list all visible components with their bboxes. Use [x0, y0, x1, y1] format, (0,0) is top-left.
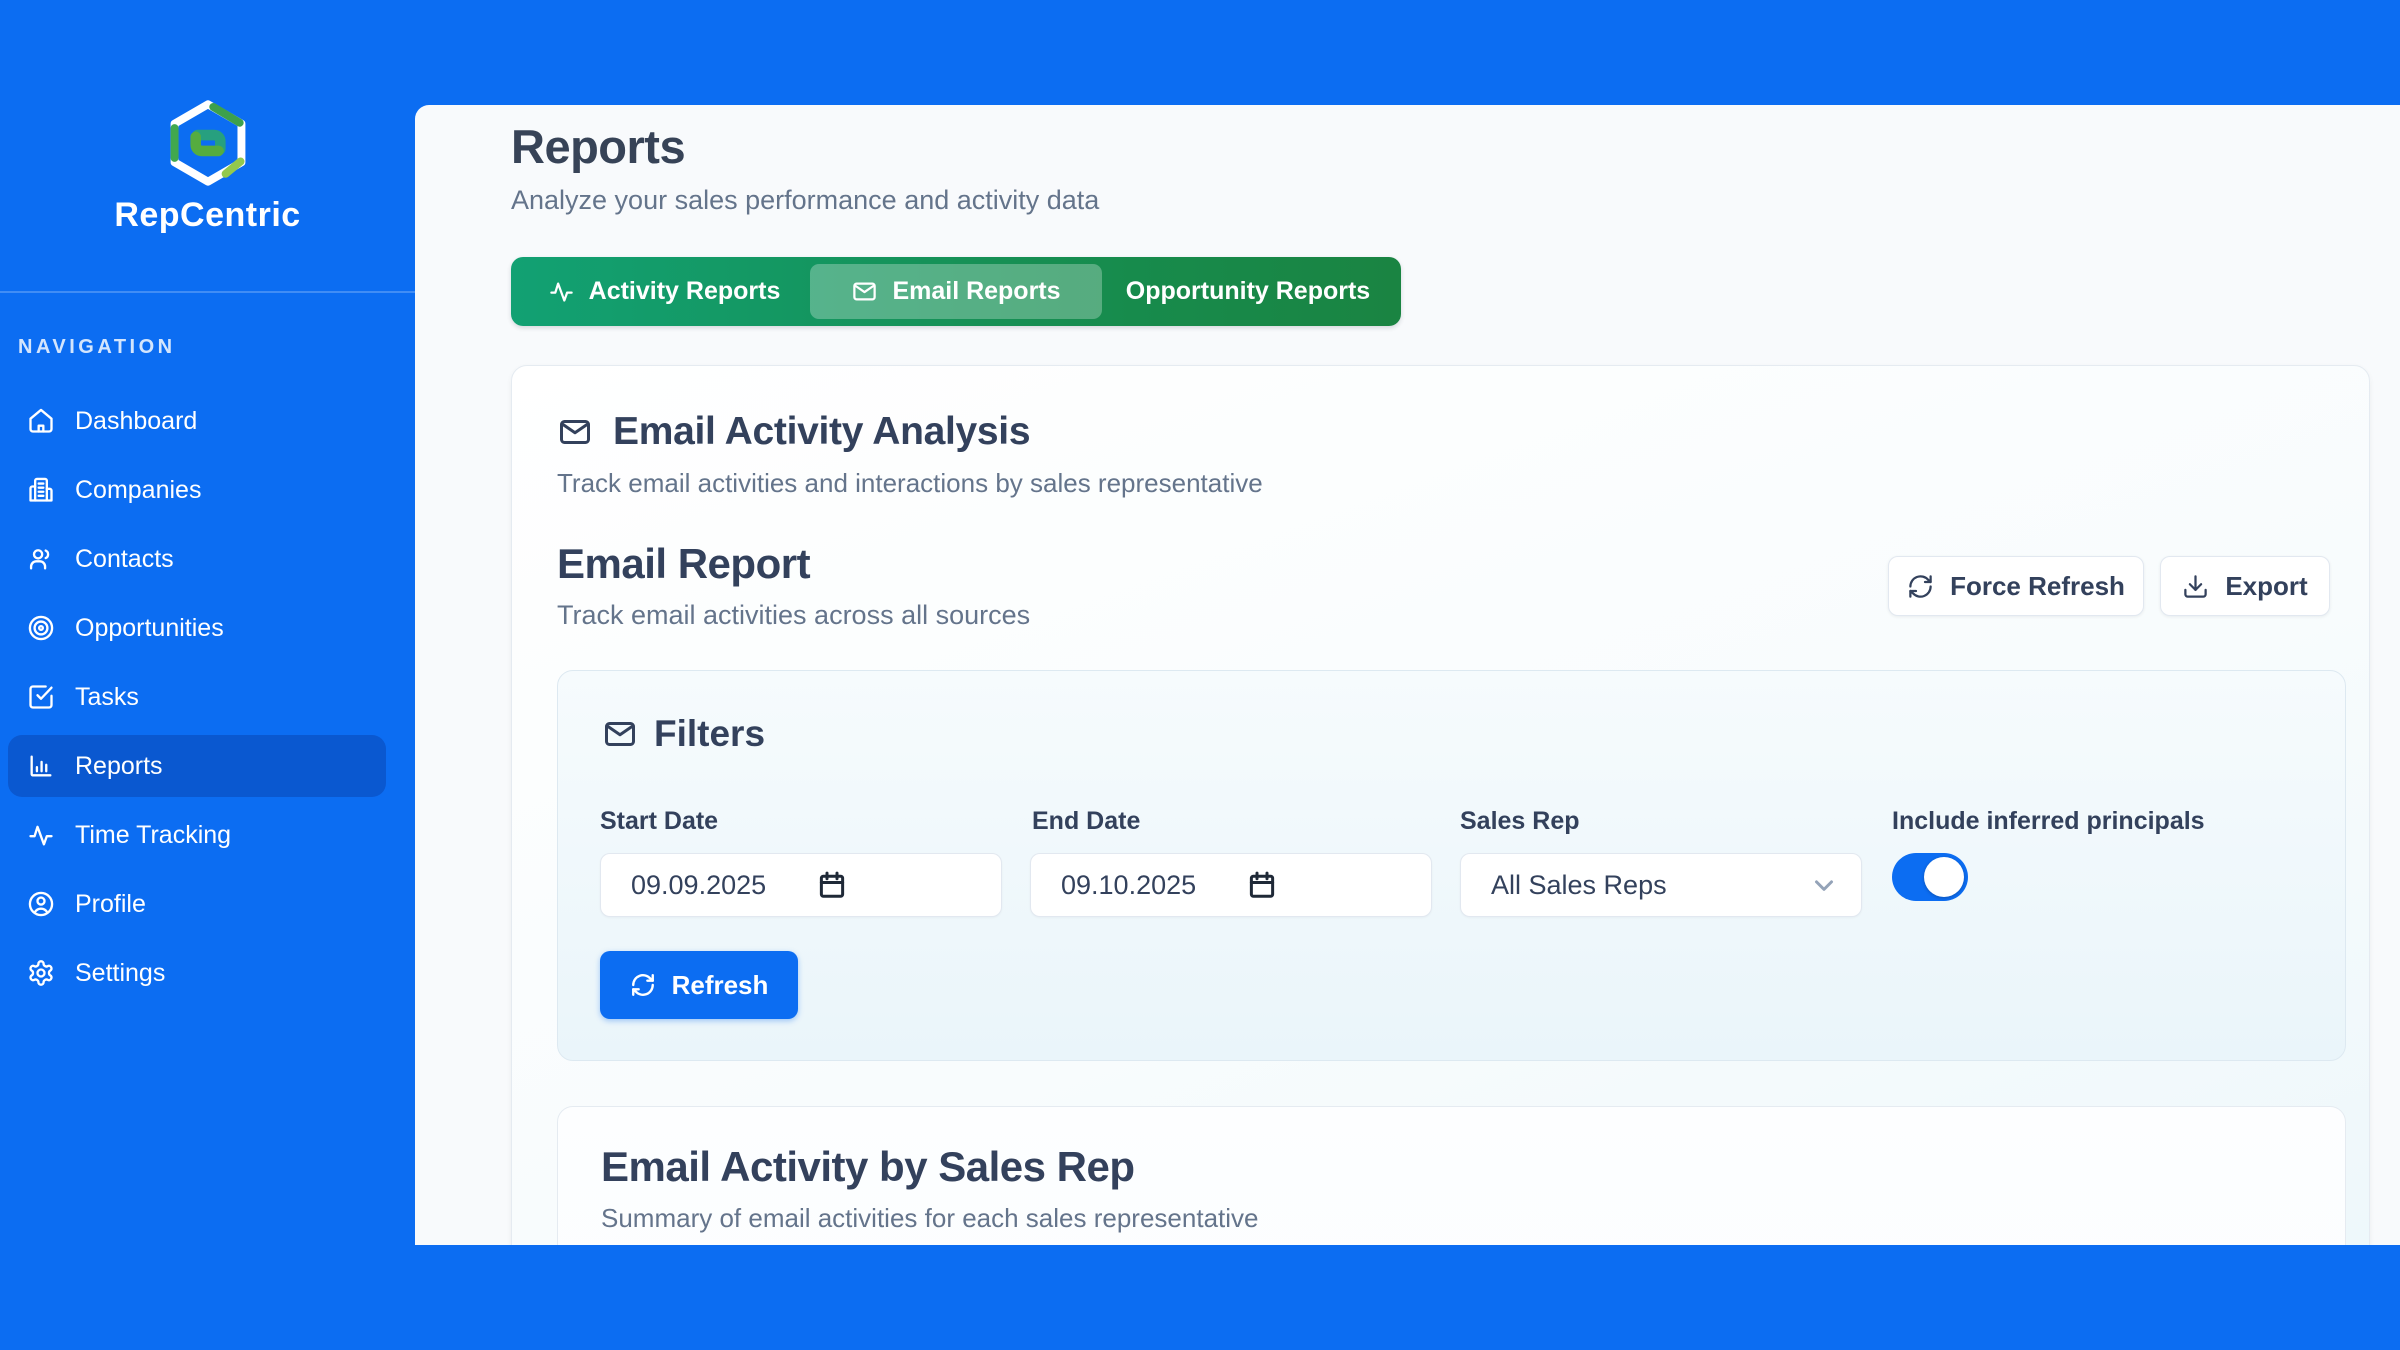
sales-rep-select[interactable]: All Sales Reps: [1460, 853, 1862, 917]
section-subtitle: Track email activities and interactions …: [557, 468, 1263, 499]
button-label: Refresh: [672, 970, 769, 1001]
sidebar-item-label: Time Tracking: [75, 821, 231, 850]
sidebar-item-dashboard[interactable]: Dashboard: [8, 390, 386, 452]
sales-rep-value: All Sales Reps: [1491, 870, 1667, 901]
sidebar-item-label: Profile: [75, 890, 146, 919]
repcentric-logo-icon: [164, 96, 252, 190]
email-report-subtitle: Track email activities across all source…: [557, 600, 1030, 631]
start-date-input[interactable]: 09.09.2025: [600, 853, 1002, 917]
calendar-icon[interactable]: [817, 870, 847, 900]
force-refresh-button[interactable]: Force Refresh: [1888, 556, 2144, 616]
home-icon: [27, 407, 55, 435]
download-icon: [2182, 573, 2209, 600]
sidebar-item-tasks[interactable]: Tasks: [8, 666, 386, 728]
mail-icon: [851, 278, 878, 305]
nav-list: Dashboard Companies Contacts Opportuniti…: [0, 390, 415, 1011]
section-title: Email Activity Analysis: [613, 410, 1030, 454]
filters-heading: Filters: [602, 713, 765, 755]
button-label: Force Refresh: [1950, 571, 2125, 602]
include-inferred-label: Include inferred principals: [1892, 807, 2205, 836]
sidebar-item-profile[interactable]: Profile: [8, 873, 386, 935]
results-title: Email Activity by Sales Rep: [601, 1143, 1135, 1191]
page-title: Reports: [511, 119, 685, 174]
email-report-title: Email Report: [557, 540, 810, 588]
tab-label: Opportunity Reports: [1126, 277, 1370, 306]
button-label: Export: [2225, 571, 2307, 602]
start-date-value: 09.09.2025: [631, 870, 766, 901]
chevron-down-icon: [1809, 870, 1839, 900]
sidebar-item-label: Tasks: [75, 683, 139, 712]
sidebar-item-label: Reports: [75, 752, 163, 781]
sidebar-item-label: Companies: [75, 476, 201, 505]
sidebar-item-reports[interactable]: Reports: [8, 735, 386, 797]
end-date-input[interactable]: 09.10.2025: [1030, 853, 1432, 917]
sidebar-item-label: Dashboard: [75, 407, 197, 436]
email-activity-by-rep-card: Email Activity by Sales Rep Summary of e…: [557, 1106, 2346, 1245]
refresh-icon: [630, 972, 656, 998]
sales-rep-label: Sales Rep: [1460, 807, 1580, 836]
email-activity-analysis-heading: Email Activity Analysis: [557, 410, 1030, 454]
filters-panel: Filters Start Date End Date Sales Rep In…: [557, 670, 2346, 1061]
report-tabs: Activity Reports Email Reports Opportuni…: [511, 257, 1401, 326]
include-inferred-toggle[interactable]: [1892, 853, 1968, 901]
activity-icon: [548, 278, 575, 305]
bar-chart-icon: [27, 752, 55, 780]
refresh-icon: [1907, 573, 1934, 600]
start-date-label: Start Date: [600, 807, 718, 836]
toggle-knob: [1924, 857, 1964, 897]
sidebar-item-label: Contacts: [75, 545, 174, 574]
mail-icon: [557, 414, 593, 450]
sidebar-item-companies[interactable]: Companies: [8, 459, 386, 521]
end-date-value: 09.10.2025: [1061, 870, 1196, 901]
sidebar-item-label: Settings: [75, 959, 165, 988]
app-name: RepCentric: [0, 196, 415, 235]
sidebar-item-label: Opportunities: [75, 614, 224, 643]
check-square-icon: [27, 683, 55, 711]
app-logo[interactable]: RepCentric: [0, 96, 415, 235]
sidebar-item-contacts[interactable]: Contacts: [8, 528, 386, 590]
end-date-label: End Date: [1032, 807, 1140, 836]
building-icon: [27, 476, 55, 504]
email-activity-analysis-card: Email Activity Analysis Track email acti…: [511, 365, 2370, 1245]
sidebar-divider: [0, 291, 415, 293]
page-subtitle: Analyze your sales performance and activ…: [511, 185, 1099, 216]
user-circle-icon: [27, 890, 55, 918]
filters-title: Filters: [654, 713, 765, 755]
nav-section-label: NAVIGATION: [18, 336, 176, 359]
tab-label: Activity Reports: [589, 277, 781, 306]
calendar-icon[interactable]: [1247, 870, 1277, 900]
activity-icon: [27, 821, 55, 849]
sidebar-item-time-tracking[interactable]: Time Tracking: [8, 804, 386, 866]
tab-email-reports[interactable]: Email Reports: [810, 264, 1102, 319]
sidebar-item-settings[interactable]: Settings: [8, 942, 386, 1004]
users-icon: [27, 545, 55, 573]
tab-opportunity-reports[interactable]: Opportunity Reports: [1102, 264, 1394, 319]
sidebar-item-opportunities[interactable]: Opportunities: [8, 597, 386, 659]
gear-icon: [27, 959, 55, 987]
target-icon: [27, 614, 55, 642]
tab-label: Email Reports: [892, 277, 1060, 306]
main-content-panel: Reports Analyze your sales performance a…: [415, 105, 2400, 1245]
sidebar: RepCentric NAVIGATION Dashboard Companie…: [0, 0, 415, 1350]
tab-activity-reports[interactable]: Activity Reports: [518, 264, 810, 319]
refresh-button[interactable]: Refresh: [600, 951, 798, 1019]
mail-icon: [602, 716, 638, 752]
results-subtitle: Summary of email activities for each sal…: [601, 1203, 1259, 1234]
export-button[interactable]: Export: [2160, 556, 2330, 616]
